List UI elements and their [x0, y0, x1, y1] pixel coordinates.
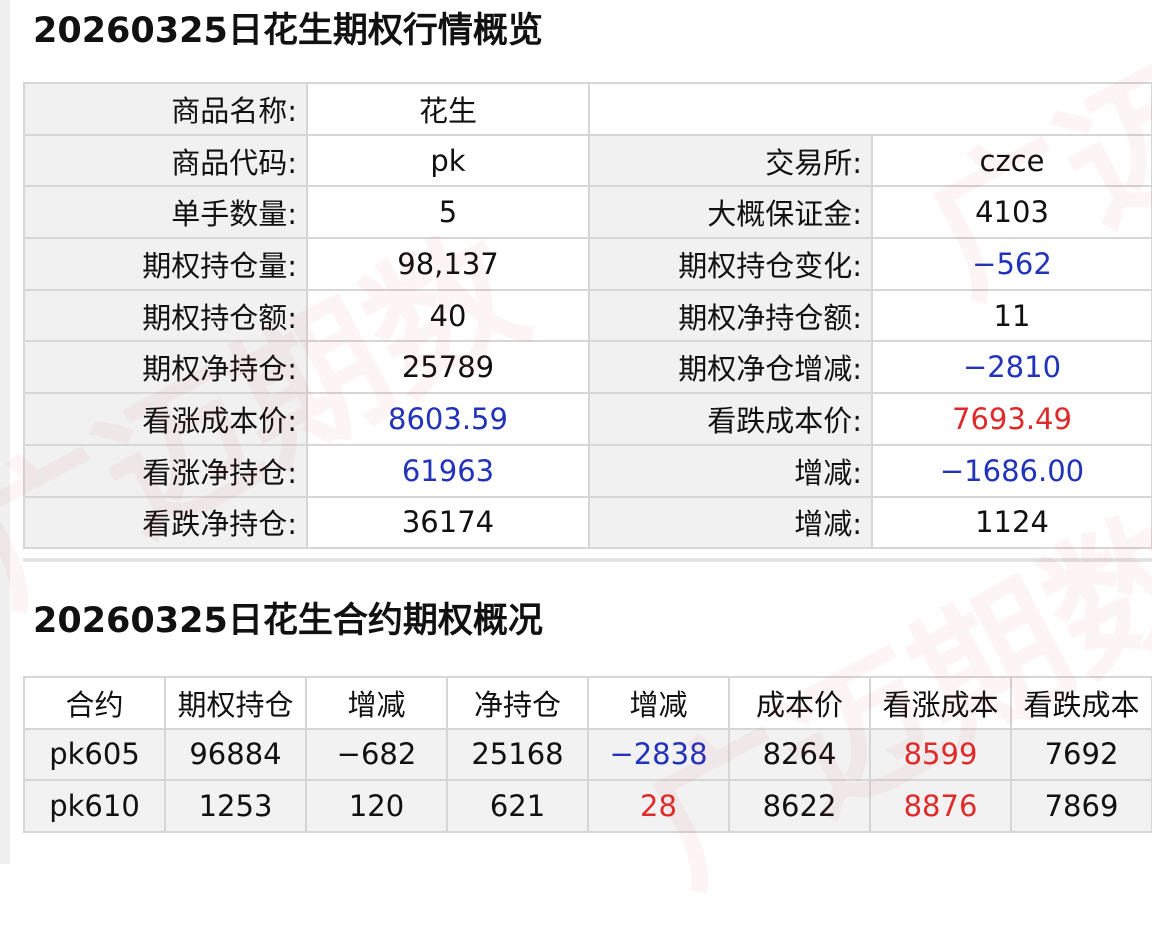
field-label: 看涨净持仓:: [23, 443, 308, 498]
contracts-table: 合约 期权持仓 增减 净持仓 增减 成本价 看涨成本 看跌成本 pk605 96884 −682 2…: [23, 676, 1152, 833]
column-header: 净持仓: [446, 676, 589, 730]
overview-row: 期权净持仓: 25789 期权净仓增减: −2810: [23, 340, 1152, 395]
contracts-title: 20260325日花生合约期权概况: [33, 601, 543, 641]
field-value: 1124: [871, 495, 1152, 550]
table-cell: 120: [305, 779, 448, 833]
overview-row: 单手数量: 5 大概保证金: 4103: [23, 185, 1152, 240]
field-value: 5: [306, 185, 590, 240]
column-header: 看涨成本: [869, 676, 1012, 730]
field-value: 40: [306, 288, 590, 343]
field-value: 98,137: [306, 237, 590, 291]
overview-row: 看跌净持仓: 36174 增减: 1124: [23, 495, 1152, 550]
field-value: 25789: [306, 340, 590, 395]
field-label: 商品代码:: [23, 133, 308, 188]
field-label: 增减:: [588, 495, 873, 550]
column-header: 增减: [587, 676, 730, 730]
field-value: −1686.00: [871, 443, 1152, 498]
field-value: 11: [871, 288, 1152, 343]
table-cell: 1253: [164, 779, 307, 833]
field-value: 61963: [306, 443, 590, 498]
field-label: 看跌净持仓:: [23, 495, 308, 550]
overview-table: 商品名称: 花生 商品代码: pk 交易所: czce 单手数量: 5 大概保证金: 4103 期权…: [23, 82, 1152, 550]
field-value: 36174: [306, 495, 590, 550]
field-label: 期权持仓变化:: [588, 237, 873, 291]
empty-cell: [588, 82, 1152, 136]
field-label: 期权净仓增减:: [588, 340, 873, 395]
field-label: 交易所:: [588, 133, 873, 188]
field-value: −562: [871, 237, 1152, 291]
field-value: 7693.49: [871, 392, 1152, 446]
contract-row: pk605 96884 −682 25168 −2838 8264 8599 7692: [23, 727, 1152, 781]
table-cell: 96884: [164, 727, 307, 781]
field-label: 看涨成本价:: [23, 392, 308, 446]
field-value: 4103: [871, 185, 1152, 240]
column-header: 看跌成本: [1010, 676, 1152, 730]
field-label: 单手数量:: [23, 185, 308, 240]
table-cell: 28: [587, 779, 730, 833]
column-header: 合约: [23, 676, 166, 730]
table-cell: 621: [446, 779, 589, 833]
field-value: −2810: [871, 340, 1152, 395]
field-value: pk: [306, 133, 590, 188]
contract-row: pk610 1253 120 621 28 8622 8876 7869: [23, 779, 1152, 833]
field-label: 期权净持仓额:: [588, 288, 873, 343]
left-edge-bar: [0, 0, 10, 864]
field-value: czce: [871, 133, 1152, 188]
field-label: 商品名称:: [23, 82, 308, 136]
overview-row: 看涨净持仓: 61963 增减: −1686.00: [23, 443, 1152, 498]
overview-row: 商品名称: 花生: [23, 82, 1152, 136]
table-cell: 8876: [869, 779, 1012, 833]
column-header: 成本价: [728, 676, 871, 730]
contract-code: pk605: [23, 727, 166, 781]
field-label: 大概保证金:: [588, 185, 873, 240]
overview-row: 期权持仓额: 40 期权净持仓额: 11: [23, 288, 1152, 343]
contracts-header-row: 合约 期权持仓 增减 净持仓 增减 成本价 看涨成本 看跌成本: [23, 676, 1152, 730]
field-value: 8603.59: [306, 392, 590, 446]
table-cell: −682: [305, 727, 448, 781]
table-cell: 7869: [1010, 779, 1152, 833]
field-label: 期权净持仓:: [23, 340, 308, 395]
column-header: 增减: [305, 676, 448, 730]
table-cell: 8599: [869, 727, 1012, 781]
field-value: 花生: [306, 82, 590, 136]
overview-title: 20260325日花生期权行情概览: [33, 11, 543, 51]
contract-code: pk610: [23, 779, 166, 833]
overview-row: 看涨成本价: 8603.59 看跌成本价: 7693.49: [23, 392, 1152, 446]
overview-row: 期权持仓量: 98,137 期权持仓变化: −562: [23, 237, 1152, 291]
table-cell: −2838: [587, 727, 730, 781]
field-label: 期权持仓额:: [23, 288, 308, 343]
table-cell: 7692: [1010, 727, 1152, 781]
field-label: 增减:: [588, 443, 873, 498]
column-header: 期权持仓: [164, 676, 307, 730]
section-divider: [23, 558, 1152, 562]
table-cell: 8264: [728, 727, 871, 781]
table-cell: 25168: [446, 727, 589, 781]
field-label: 看跌成本价:: [588, 392, 873, 446]
field-label: 期权持仓量:: [23, 237, 308, 291]
overview-row: 商品代码: pk 交易所: czce: [23, 133, 1152, 188]
table-cell: 8622: [728, 779, 871, 833]
